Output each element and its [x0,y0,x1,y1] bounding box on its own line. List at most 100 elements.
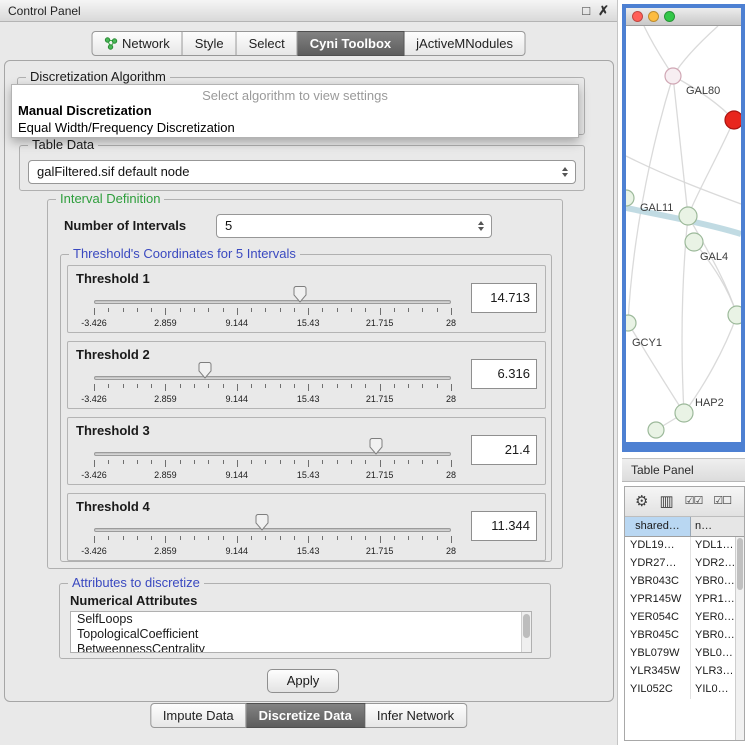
tab-infer-network[interactable]: Infer Network [365,703,467,728]
slider-thumb[interactable] [369,438,383,455]
network-node[interactable] [725,111,741,129]
cell-shared-name[interactable]: YBR043C [625,573,691,591]
network-edge[interactable] [644,26,673,76]
network-node[interactable] [626,315,636,331]
slider-tick [151,384,152,388]
network-edge[interactable] [628,76,673,323]
gear-icon[interactable]: ⚙ [635,494,648,509]
attribute-item[interactable]: TopologicalCoefficient [71,627,531,642]
slider-thumb[interactable] [255,514,269,531]
slider-thumb[interactable] [198,362,212,379]
network-node[interactable] [626,190,634,206]
slider-tick-label: -3.426 [81,318,107,328]
slider-tick [108,308,109,312]
column-header-shared-name[interactable]: shared… [625,517,691,536]
slider-tick-label: 15.43 [297,470,320,480]
tab-cyni-toolbox[interactable]: Cyni Toolbox [298,31,404,56]
cell-name[interactable]: YBR0… [691,627,735,645]
column-header-name[interactable]: n… [691,517,744,536]
cell-name[interactable]: YBR0… [691,573,735,591]
table-row[interactable]: YBL079WYBL0… [625,645,735,663]
select-all-rows-icon[interactable]: ☑☑ [685,496,703,507]
columns-icon[interactable]: ▥ [659,494,673,509]
tab-impute-data[interactable]: Impute Data [150,703,247,728]
dropdown-option-manual-discretization[interactable]: Manual Discretization [12,102,578,119]
zoom-traffic-light-icon[interactable] [664,11,675,22]
table-data-select[interactable]: galFiltered.sif default node [28,160,576,184]
tab-label: Impute Data [163,708,234,723]
cell-name[interactable]: YLR3… [691,663,735,681]
threshold-value-field[interactable]: 21.4 [471,435,537,465]
network-edge[interactable] [673,76,688,216]
slider-tick [208,536,209,540]
slider-track[interactable] [94,452,451,456]
cell-shared-name[interactable]: YIL052C [625,681,691,699]
slider-tick-label: 28 [446,470,456,480]
network-canvas[interactable]: GAL80GAL11GAL4GCY1HAP2 [626,26,741,441]
scrollbar-thumb[interactable] [737,538,743,590]
threshold-slider[interactable]: -3.4262.8599.14415.4321.71528 [94,418,451,484]
dropdown-option-equal-width-frequency[interactable]: Equal Width/Frequency Discretization [12,119,578,136]
tab-select[interactable]: Select [237,31,298,56]
threshold-value-field[interactable]: 14.713 [471,283,537,313]
tab-style[interactable]: Style [183,31,237,56]
cell-name[interactable]: YPR1… [691,591,735,609]
threshold-value-field[interactable]: 6.316 [471,359,537,389]
network-node[interactable] [665,68,681,84]
slider-thumb[interactable] [293,286,307,303]
tab-discretize-data[interactable]: Discretize Data [247,703,365,728]
network-node[interactable] [679,207,697,225]
table-row[interactable]: YIL052CYIL0… [625,681,735,699]
cell-name[interactable]: YER0… [691,609,735,627]
table-row[interactable]: YDL19…YDL1… [625,537,735,555]
network-edge[interactable] [673,26,718,76]
network-node[interactable] [728,306,741,324]
table-panel-titlebar[interactable]: Table Panel [622,458,745,482]
threshold-value-field[interactable]: 11.344 [471,511,537,541]
table-row[interactable]: YPR145WYPR1… [625,591,735,609]
number-of-intervals-select[interactable]: 5 [216,214,492,238]
cell-shared-name[interactable]: YLR345W [625,663,691,681]
table-row[interactable]: YLR345WYLR3… [625,663,735,681]
float-window-icon[interactable]: □ [582,3,590,19]
cell-shared-name[interactable]: YDR27… [625,555,691,573]
cell-shared-name[interactable]: YBL079W [625,645,691,663]
cell-name[interactable]: YDR2… [691,555,735,573]
apply-button[interactable]: Apply [267,669,339,693]
threshold-slider[interactable]: -3.4262.8599.14415.4321.71528 [94,266,451,332]
network-node[interactable] [648,422,664,438]
table-row[interactable]: YBR043CYBR0… [625,573,735,591]
table-scrollbar[interactable] [735,537,744,740]
close-traffic-light-icon[interactable] [632,11,643,22]
attribute-item[interactable]: SelfLoops [71,612,531,627]
slider-tick [180,384,181,388]
cell-shared-name[interactable]: YDL19… [625,537,691,555]
network-node[interactable] [675,404,693,422]
cell-name[interactable]: YDL1… [691,537,735,555]
network-node-label: GAL4 [700,251,728,263]
cell-shared-name[interactable]: YER054C [625,609,691,627]
network-edge[interactable] [673,76,734,120]
network-node[interactable] [685,233,703,251]
close-icon[interactable]: ✗ [598,3,609,19]
table-row[interactable]: YER054CYER0… [625,609,735,627]
minimize-traffic-light-icon[interactable] [648,11,659,22]
scrollbar-thumb[interactable] [523,614,530,638]
cell-name[interactable]: YBL0… [691,645,735,663]
slider-track[interactable] [94,528,451,532]
network-edge[interactable] [688,120,734,216]
tab-network[interactable]: Network [91,31,183,56]
cell-shared-name[interactable]: YBR045C [625,627,691,645]
threshold-slider[interactable]: -3.4262.8599.14415.4321.71528 [94,342,451,408]
table-row[interactable]: YDR27…YDR2… [625,555,735,573]
cell-name[interactable]: YIL0… [691,681,735,699]
tab-jactivemnodules[interactable]: jActiveMNodules [404,31,526,56]
select-rows-icon[interactable]: ☑☐ [713,496,731,507]
cell-shared-name[interactable]: YPR145W [625,591,691,609]
attribute-item[interactable]: BetweennessCentrality [71,642,531,653]
table-row[interactable]: YBR045CYBR0… [625,627,735,645]
slider-track[interactable] [94,300,451,304]
slider-track[interactable] [94,376,451,380]
threshold-slider[interactable]: -3.4262.8599.14415.4321.71528 [94,494,451,560]
list-scrollbar[interactable] [521,612,531,652]
